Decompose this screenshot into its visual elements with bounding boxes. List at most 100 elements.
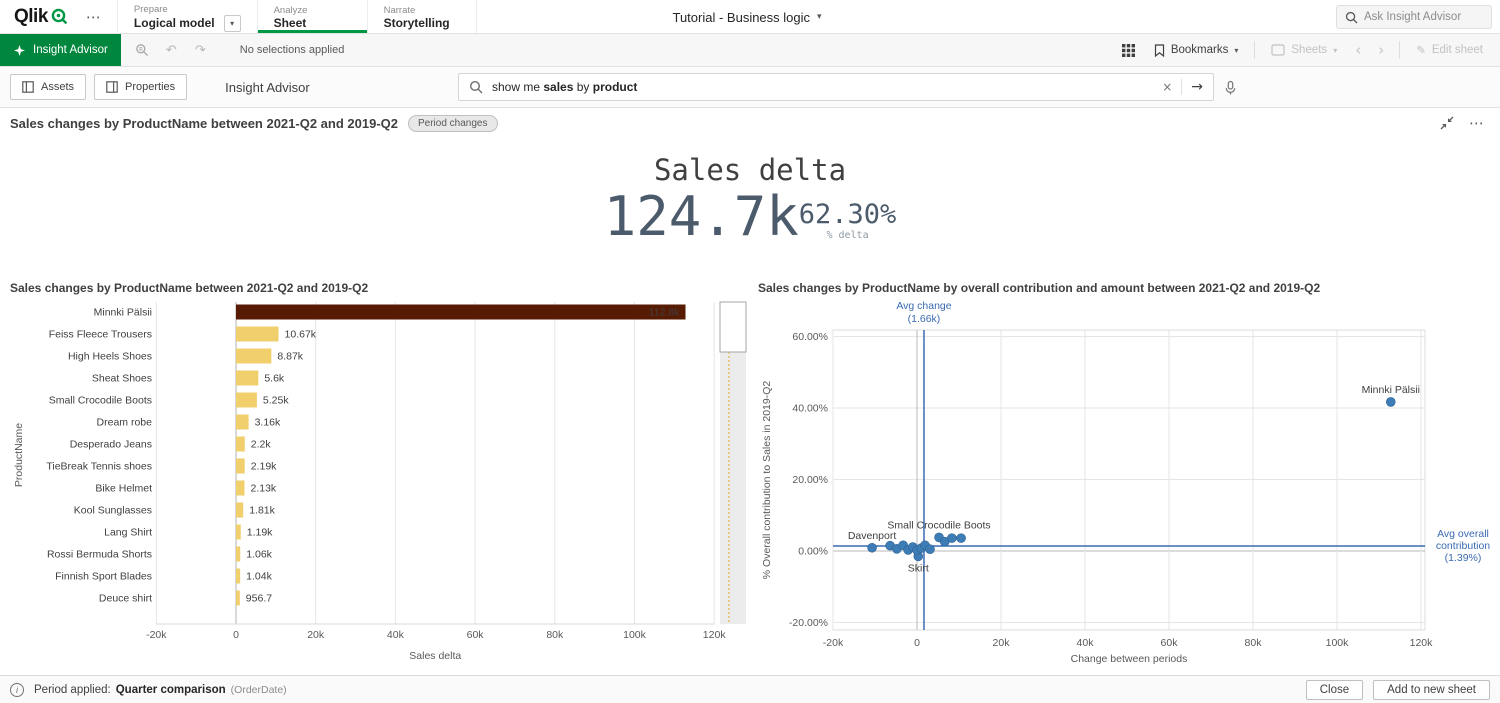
category-label[interactable]: Sheat Shoes: [92, 373, 152, 385]
info-icon: i: [10, 683, 24, 697]
search-icon: [469, 80, 483, 94]
x-axis-title: Sales delta: [409, 650, 461, 662]
kpi-delta-value: 62.30%: [799, 201, 897, 228]
category-label[interactable]: Lang Shirt: [104, 527, 152, 539]
category-label[interactable]: TieBreak Tennis shoes: [46, 461, 152, 473]
sheets-label: Sheets: [1291, 44, 1327, 56]
clear-search-icon[interactable]: ×: [1162, 80, 1172, 94]
bar[interactable]: [236, 349, 271, 364]
category-label[interactable]: Rossi Bermuda Shorts: [47, 549, 152, 561]
insight-advisor-button[interactable]: Insight Advisor: [0, 34, 121, 66]
category-label[interactable]: High Heels Shoes: [68, 351, 152, 363]
category-label[interactable]: Bike Helmet: [95, 483, 152, 495]
global-menu-button[interactable]: ⋯: [76, 0, 111, 33]
selections-toolbar: Insight Advisor ↶ ↷ No selections applie…: [0, 34, 1500, 67]
edit-sheet-button[interactable]: ✎ Edit sheet: [1409, 43, 1490, 57]
ref-line-label: Avg change: [896, 300, 951, 312]
card-menu-button[interactable]: ⋯: [1469, 114, 1484, 132]
logical-model-dropdown[interactable]: ▾: [224, 15, 241, 32]
kpi-visualization[interactable]: Sales delta 124.7k 62.30% % delta: [0, 152, 1500, 244]
scatter-point[interactable]: [957, 534, 966, 543]
sheet-grid-icon[interactable]: [1115, 44, 1142, 57]
search-query-text[interactable]: show me sales by product: [492, 80, 637, 94]
properties-button[interactable]: Properties: [94, 74, 187, 100]
step-back-icon[interactable]: ↶: [158, 43, 185, 58]
previous-sheet-button[interactable]: ‹: [1349, 43, 1367, 58]
bar-chart[interactable]: Sales changes by ProductName between 202…: [8, 278, 748, 670]
tab-narrate-label: Storytelling: [384, 16, 460, 31]
chevron-down-icon: ▾: [1234, 46, 1238, 55]
ref-line-label: (1.66k): [908, 313, 941, 325]
edit-pencil-icon: ✎: [1416, 43, 1426, 57]
qlik-logo-text: Qlik: [14, 6, 48, 28]
insight-advisor-header: Assets Properties Insight Advisor show m…: [0, 67, 1500, 108]
insight-search-box[interactable]: show me sales by product × →: [458, 73, 1214, 101]
next-sheet-button[interactable]: ›: [1372, 43, 1390, 58]
category-label[interactable]: Small Crocodile Boots: [49, 395, 152, 407]
bar[interactable]: [236, 569, 240, 584]
global-search-input[interactable]: [1364, 11, 1476, 23]
assets-button[interactable]: Assets: [10, 74, 86, 100]
bar[interactable]: [236, 481, 244, 496]
chart-scrollbar-thumb[interactable]: [720, 302, 746, 352]
collapse-icon[interactable]: [1440, 116, 1454, 130]
bookmarks-label: Bookmarks: [1171, 44, 1229, 56]
bar[interactable]: [236, 327, 279, 342]
x-tick-label: 20k: [993, 637, 1011, 649]
assets-label: Assets: [41, 81, 74, 93]
category-label[interactable]: Minnki Pälsii: [94, 307, 152, 319]
category-label[interactable]: Kool Sunglasses: [74, 505, 152, 517]
scatter-point[interactable]: [1386, 397, 1395, 406]
bar[interactable]: [236, 415, 249, 430]
category-label[interactable]: Desperado Jeans: [70, 439, 152, 451]
sheets-button[interactable]: Sheets ▾: [1264, 44, 1344, 56]
y-tick-label: 20.00%: [792, 474, 828, 486]
qlik-logo[interactable]: Qlik: [0, 0, 76, 33]
bar[interactable]: [236, 437, 245, 452]
y-tick-label: -20.00%: [789, 617, 828, 629]
add-to-new-sheet-button[interactable]: Add to new sheet: [1373, 680, 1490, 700]
tab-prepare[interactable]: Prepare Logical model ▾: [117, 0, 257, 33]
x-tick-label: 100k: [623, 629, 647, 641]
scatter-point[interactable]: [868, 543, 877, 552]
value-label: 2.2k: [251, 439, 272, 451]
bar[interactable]: [236, 393, 257, 408]
selections-search-icon[interactable]: [129, 43, 156, 57]
x-tick-label: 60k: [1161, 637, 1179, 649]
x-tick-label: -20k: [823, 637, 844, 649]
submit-search-icon[interactable]: →: [1191, 79, 1203, 95]
toolbar-right: Bookmarks ▾ Sheets ▾ ‹ › ✎ Edit sheet: [1115, 34, 1500, 66]
app-title-text: Tutorial - Business logic: [672, 10, 810, 25]
category-label[interactable]: Dream robe: [97, 417, 153, 429]
category-label[interactable]: Feiss Fleece Trousers: [49, 329, 152, 341]
category-label[interactable]: Deuce shirt: [99, 593, 152, 605]
scatter-point[interactable]: [947, 534, 956, 543]
app-title[interactable]: Tutorial - Business logic ▾: [672, 0, 821, 34]
bar[interactable]: [236, 525, 241, 540]
scatter-chart[interactable]: Sales changes by ProductName by overall …: [756, 278, 1496, 670]
bar[interactable]: [236, 371, 258, 386]
chevron-down-icon: ▾: [817, 12, 822, 22]
step-forward-icon[interactable]: ↷: [187, 43, 214, 58]
category-label[interactable]: Finnish Sport Blades: [55, 571, 152, 583]
bar[interactable]: [236, 459, 245, 474]
y-axis-title: ProductName: [13, 423, 25, 487]
tab-analyze[interactable]: Analyze Sheet: [257, 0, 367, 33]
y-tick-label: 0.00%: [798, 546, 828, 558]
bookmarks-button[interactable]: Bookmarks ▾: [1147, 44, 1246, 57]
microphone-icon[interactable]: [1224, 80, 1237, 96]
close-button[interactable]: Close: [1306, 680, 1363, 700]
bar[interactable]: [236, 305, 686, 320]
ref-line-label: contribution: [1436, 540, 1490, 552]
scatter-point[interactable]: [926, 545, 935, 554]
tab-narrate[interactable]: Narrate Storytelling: [367, 0, 477, 33]
bar[interactable]: [236, 547, 240, 562]
period-applied-value: Quarter comparison: [116, 684, 226, 696]
bar[interactable]: [236, 591, 240, 606]
global-search[interactable]: [1336, 5, 1492, 29]
value-label: 1.81k: [249, 505, 275, 517]
value-label: 1.19k: [247, 527, 273, 539]
bar[interactable]: [236, 503, 243, 518]
x-tick-label: 80k: [1245, 637, 1263, 649]
x-tick-label: 40k: [387, 629, 405, 641]
